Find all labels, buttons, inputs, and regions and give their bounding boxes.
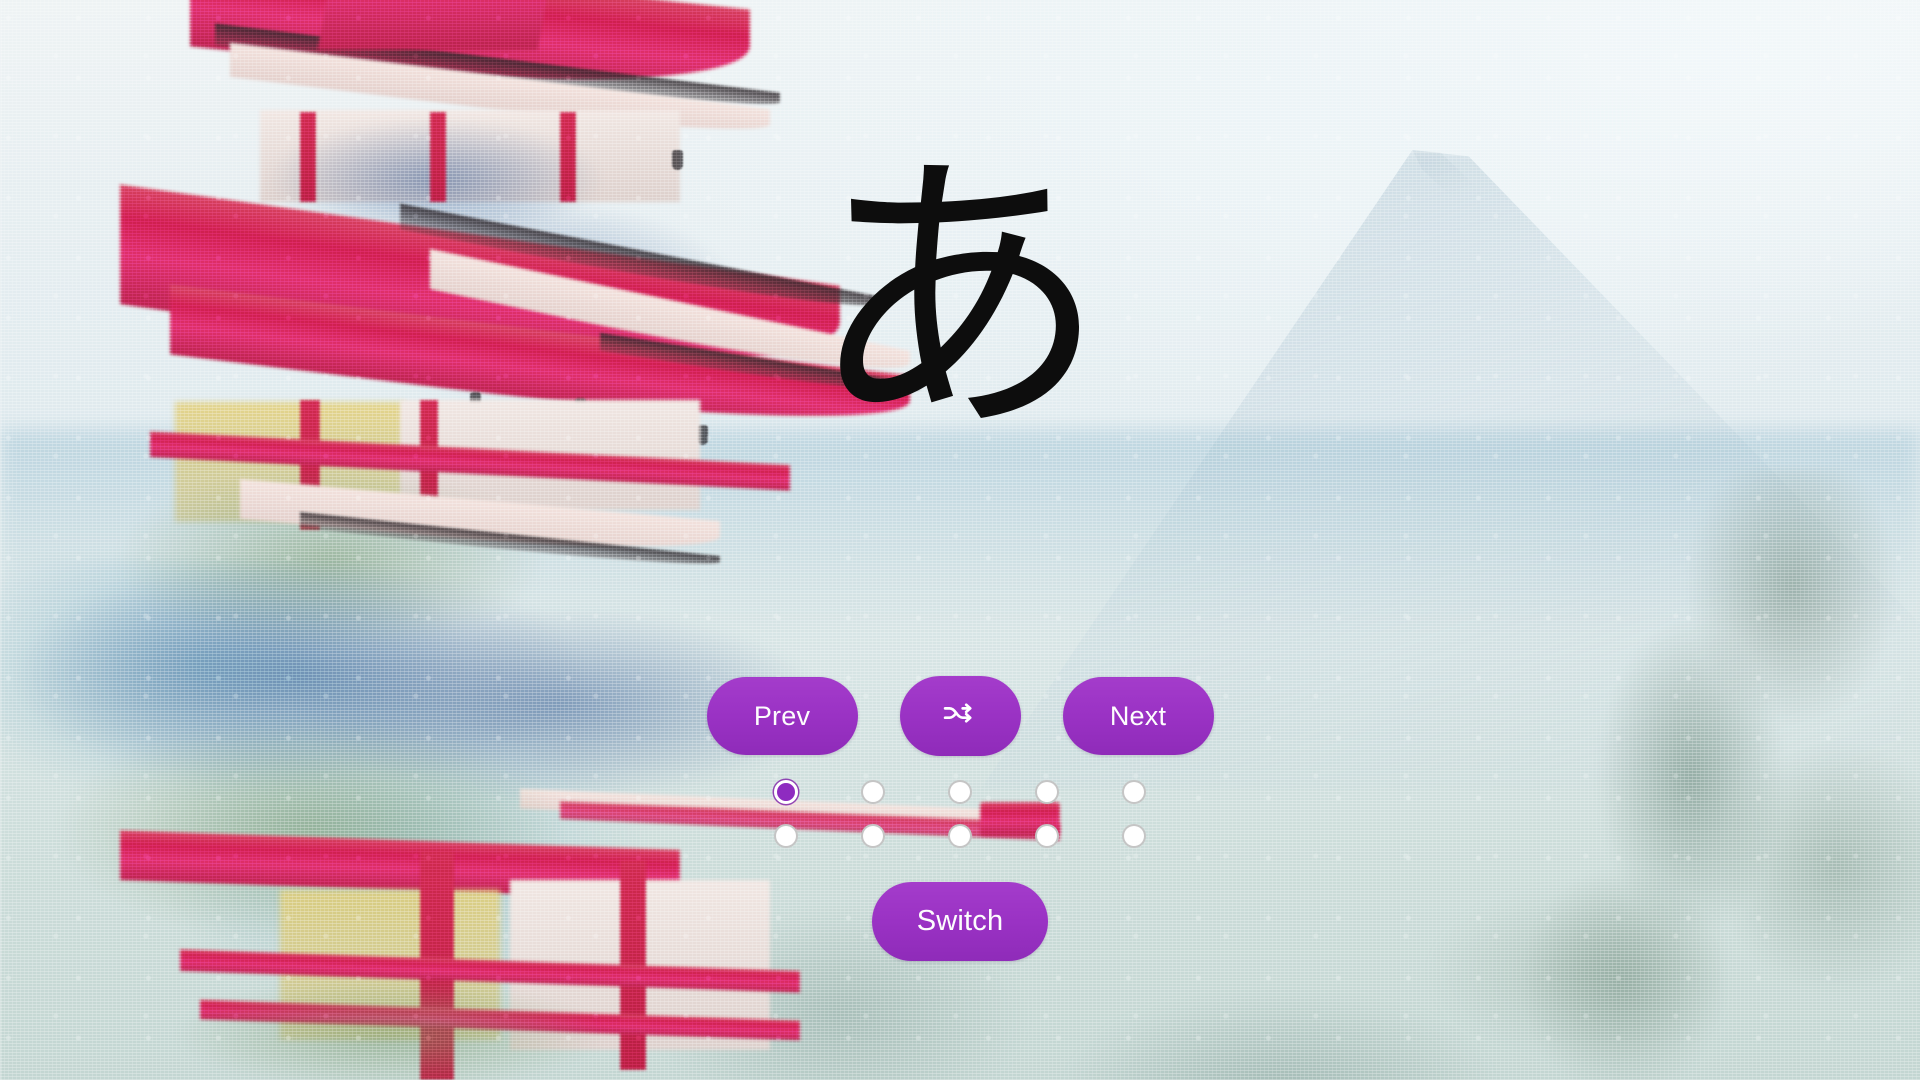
shuffle-icon xyxy=(943,703,977,729)
next-button[interactable]: Next xyxy=(1062,677,1214,755)
controls-panel: Prev Next Switch xyxy=(0,676,1920,961)
pagination-dot-3[interactable] xyxy=(948,780,972,804)
navigation-button-row: Prev Next xyxy=(706,676,1214,756)
pagination-dots xyxy=(774,780,1146,848)
pagination-dot-9[interactable] xyxy=(1035,824,1059,848)
shuffle-button[interactable] xyxy=(899,676,1021,756)
pagination-dot-4[interactable] xyxy=(1035,780,1059,804)
app-stage: あ Prev Next Switch xyxy=(0,0,1920,1080)
pagination-dot-10[interactable] xyxy=(1122,824,1146,848)
prev-button[interactable]: Prev xyxy=(706,677,858,755)
pagination-dot-5[interactable] xyxy=(1122,780,1146,804)
pagination-row-1 xyxy=(774,780,1146,804)
pagination-dot-7[interactable] xyxy=(861,824,885,848)
pagination-dot-1[interactable] xyxy=(774,780,798,804)
pagination-dot-2[interactable] xyxy=(861,780,885,804)
pagination-dot-8[interactable] xyxy=(948,824,972,848)
pagination-dot-6[interactable] xyxy=(774,824,798,848)
kana-glyph: あ xyxy=(807,125,1108,474)
flashcard-character: あ xyxy=(0,150,1920,450)
pagination-row-2 xyxy=(774,824,1146,848)
switch-button-row: Switch xyxy=(872,882,1048,961)
switch-button[interactable]: Switch xyxy=(872,882,1048,961)
